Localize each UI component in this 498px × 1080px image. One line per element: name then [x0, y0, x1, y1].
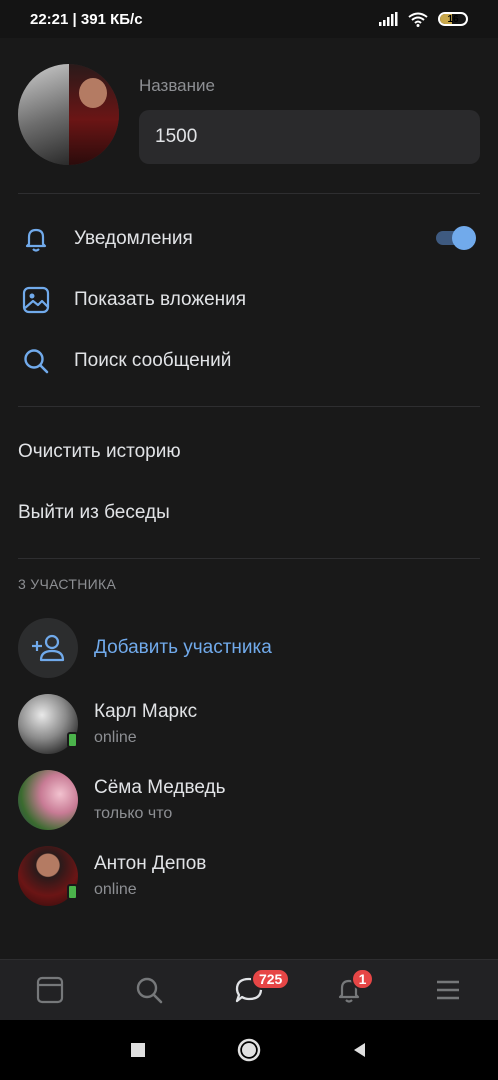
chat-name-input[interactable]: 1500	[139, 110, 480, 164]
system-nav-bar	[0, 1020, 498, 1080]
hamburger-menu-icon	[437, 980, 460, 1000]
divider	[18, 406, 480, 407]
avatar	[18, 770, 78, 830]
show-attachments-row[interactable]: Показать вложения	[18, 277, 480, 323]
notifications-label: Уведомления	[74, 228, 193, 249]
avatar	[18, 694, 78, 754]
notifications-row[interactable]: Уведомления	[18, 216, 480, 262]
bell-icon	[18, 221, 54, 257]
notifications-toggle[interactable]	[436, 226, 476, 250]
home-icon[interactable]	[236, 1037, 262, 1063]
status-bar: 22:21 | 391 КБ/с 16	[0, 0, 498, 38]
add-member-label: Добавить участника	[94, 637, 272, 658]
tab-notifications[interactable]: 1	[329, 968, 375, 1010]
toggle-knob	[452, 226, 476, 250]
member-name: Антон Депов	[94, 853, 207, 874]
avatar-part-marx	[18, 64, 69, 165]
member-status: только что	[94, 805, 173, 822]
tab-search[interactable]	[129, 970, 169, 1010]
member-row[interactable]: Карл Маркс online	[18, 693, 197, 755]
online-indicator	[67, 732, 78, 748]
newsfeed-icon	[36, 976, 63, 1004]
member-row[interactable]: Сёма Медведь только что	[18, 769, 226, 831]
divider	[18, 558, 480, 559]
chat-header: Название 1500	[18, 64, 480, 166]
avatar-part-anton	[68, 64, 119, 165]
tab-menu[interactable]	[428, 970, 468, 1010]
bottom-tab-bar: 725 1	[0, 959, 498, 1020]
show-attachments-label: Показать вложения	[74, 289, 247, 310]
member-row[interactable]: Антон Депов online	[18, 845, 206, 907]
clear-history-button[interactable]: Очистить историю	[18, 432, 480, 472]
add-user-icon	[18, 618, 78, 678]
online-indicator	[67, 884, 78, 900]
search-messages-row[interactable]: Поиск сообщений	[18, 338, 480, 384]
tab-messages[interactable]: 725	[229, 968, 291, 1010]
search-icon	[18, 343, 54, 379]
tab-news[interactable]	[30, 970, 70, 1010]
member-status: online	[94, 729, 137, 746]
recent-apps-icon[interactable]	[128, 1040, 148, 1060]
search-messages-label: Поиск сообщений	[74, 350, 232, 371]
signal-icon	[379, 12, 398, 26]
avatar	[18, 846, 78, 906]
messages-badge: 725	[250, 968, 291, 990]
add-member-button[interactable]: Добавить участника	[18, 618, 272, 678]
members-count-title: 3 УЧАСТНИКА	[18, 576, 117, 592]
status-icons: 16	[378, 12, 468, 27]
battery-icon: 16	[438, 12, 468, 26]
member-name: Сёма Медведь	[94, 777, 226, 798]
wifi-icon	[408, 12, 428, 27]
search-icon	[137, 977, 163, 1004]
leave-chat-button[interactable]: Выйти из беседы	[18, 493, 480, 533]
image-icon	[18, 282, 54, 318]
chat-name-label: Название	[139, 76, 215, 95]
member-status: online	[94, 881, 137, 898]
divider	[18, 193, 480, 194]
back-icon[interactable]	[350, 1040, 370, 1060]
status-time: 22:21 | 391 КБ/с	[30, 10, 143, 28]
notifications-badge: 1	[350, 968, 375, 990]
chat-avatar[interactable]	[18, 64, 119, 165]
member-name: Карл Маркс	[94, 701, 198, 722]
